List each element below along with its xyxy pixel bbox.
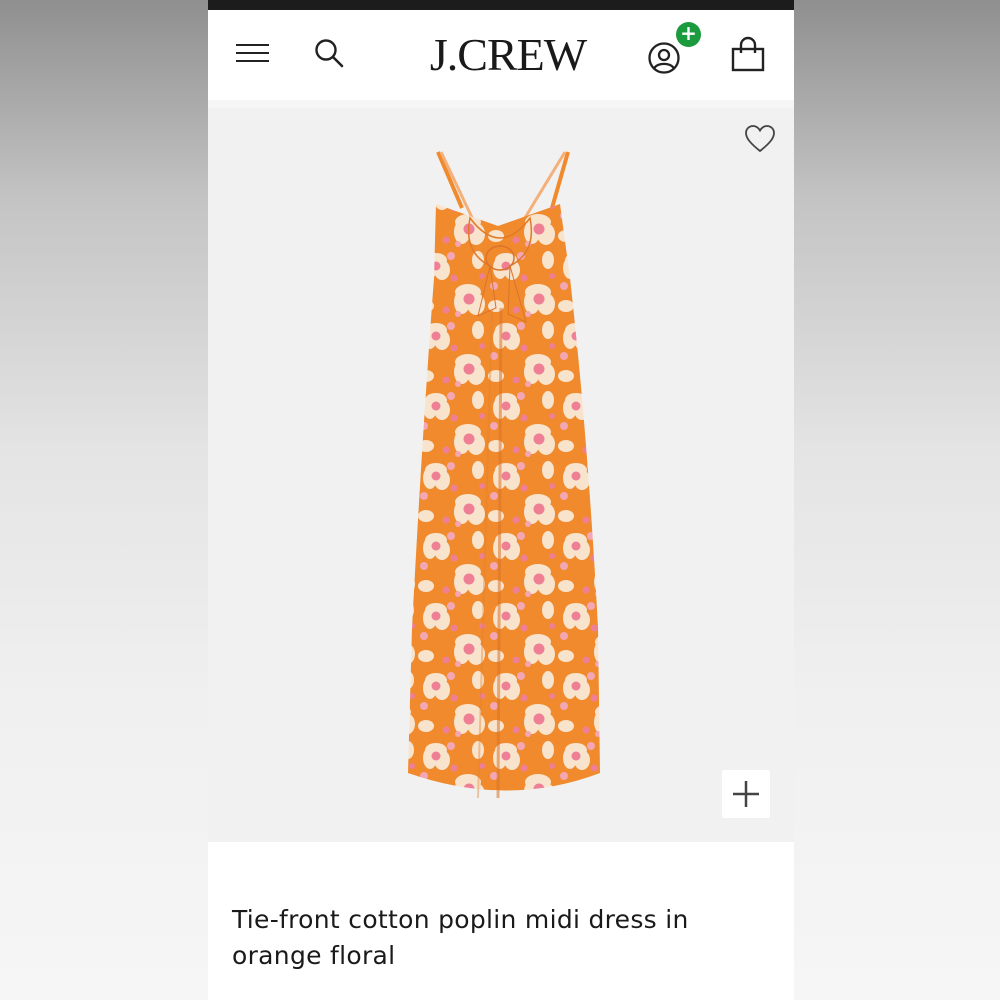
- phone-screen: J.CREW + Tie-front cotton poplin midi dr…: [208, 0, 794, 1000]
- product-image[interactable]: [208, 108, 794, 842]
- jcrew-logo[interactable]: J.CREW: [418, 28, 598, 82]
- hamburger-menu-icon: [236, 60, 269, 62]
- header-divider: [208, 100, 794, 108]
- background-right: [794, 0, 1000, 1000]
- shopping-bag-icon: [731, 36, 765, 72]
- product-title-line-2: orange floral: [232, 941, 396, 970]
- site-header: J.CREW +: [208, 10, 794, 100]
- plus-icon: [733, 781, 759, 807]
- hamburger-menu-icon: [236, 52, 269, 54]
- heart-icon: [745, 125, 775, 153]
- dress-image: [408, 151, 600, 799]
- status-bar: [208, 0, 794, 10]
- account-button[interactable]: [644, 38, 684, 78]
- product-title-line-1: Tie-front cotton poplin midi dress in: [232, 905, 689, 934]
- search-icon: [315, 39, 344, 68]
- product-title[interactable]: Tie-front cotton poplin midi dress in or…: [232, 902, 772, 974]
- zoom-button[interactable]: [722, 770, 770, 818]
- search-button[interactable]: [312, 36, 346, 70]
- wishlist-button[interactable]: [744, 124, 776, 154]
- account-icon: [648, 42, 680, 74]
- account-plus-badge: +: [676, 22, 701, 47]
- menu-button[interactable]: [234, 38, 274, 68]
- bag-button[interactable]: [730, 36, 766, 76]
- hamburger-menu-icon: [236, 44, 269, 46]
- background-left: [0, 0, 208, 1000]
